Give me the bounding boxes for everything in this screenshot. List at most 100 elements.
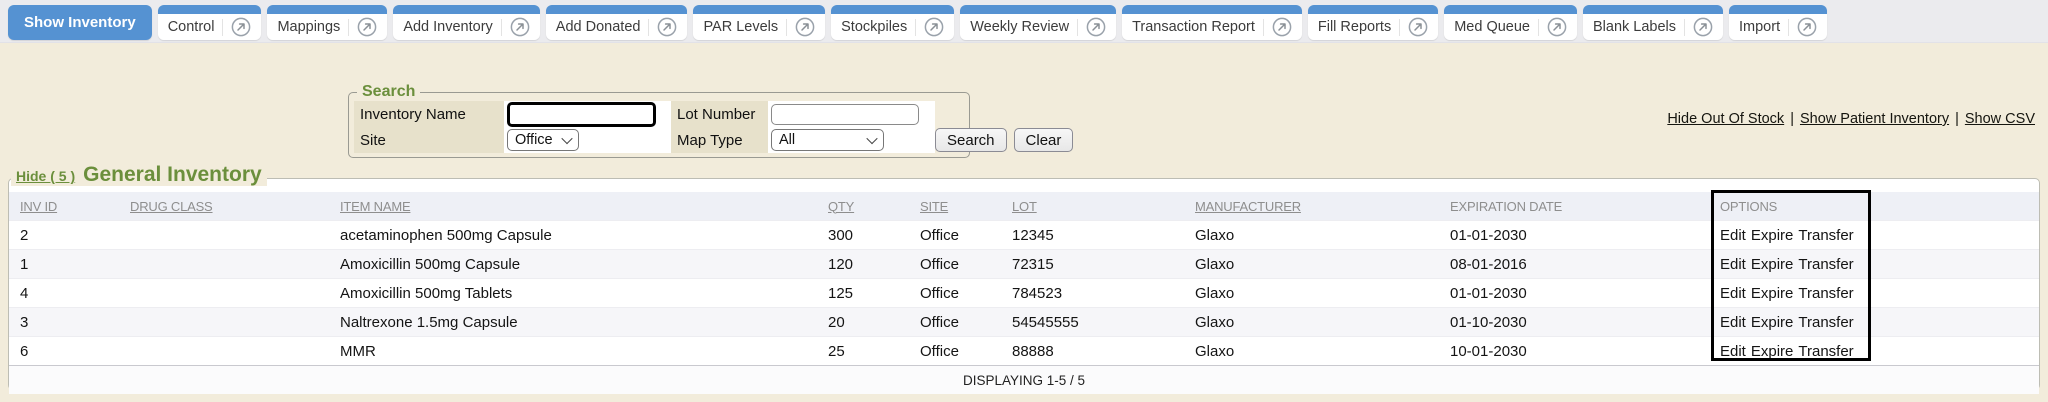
tab-accent-bar <box>831 5 954 14</box>
tab-label: Transaction Report <box>1132 19 1255 35</box>
transfer-action-link[interactable]: Transfer <box>1798 256 1853 273</box>
search-legend: Search <box>357 82 420 102</box>
popout-arrow-icon[interactable] <box>1408 17 1428 37</box>
column-header-manufacturer[interactable]: MANUFACTURER <box>1184 192 1439 221</box>
column-header-item-name[interactable]: ITEM NAME <box>329 192 817 221</box>
hide-out-of-stock-link[interactable]: Hide Out Of Stock <box>1667 111 1784 127</box>
transfer-action-link[interactable]: Transfer <box>1798 343 1853 360</box>
tab-weekly-review[interactable]: Weekly Review <box>960 5 1116 40</box>
tab-separator <box>786 19 787 36</box>
general-inventory-title: General Inventory <box>83 165 262 185</box>
expire-action-link[interactable]: Expire <box>1751 227 1794 244</box>
tab-add-inventory[interactable]: Add Inventory <box>393 5 539 40</box>
tab-par-levels[interactable]: PAR Levels <box>693 5 825 40</box>
tab-med-queue[interactable]: Med Queue <box>1444 5 1577 40</box>
map-type-select[interactable]: All <box>771 129 884 151</box>
tab-transaction-report[interactable]: Transaction Report <box>1122 5 1302 40</box>
edit-action-link[interactable]: Edit <box>1720 285 1746 302</box>
transfer-action-link[interactable]: Transfer <box>1798 314 1853 331</box>
cell-drug-class <box>119 308 329 337</box>
popout-arrow-icon[interactable] <box>357 17 377 37</box>
tab-show-inventory[interactable]: Show Inventory <box>8 5 152 40</box>
tab-add-donated[interactable]: Add Donated <box>546 5 688 40</box>
clear-button[interactable]: Clear <box>1014 128 1074 152</box>
tab-control[interactable]: Control <box>158 5 262 40</box>
column-header-qty[interactable]: QTY <box>817 192 909 221</box>
show-patient-inventory-link[interactable]: Show Patient Inventory <box>1800 111 1949 127</box>
tab-blank-labels[interactable]: Blank Labels <box>1583 5 1723 40</box>
inventory-name-input[interactable] <box>507 102 656 127</box>
popout-arrow-icon[interactable] <box>795 17 815 37</box>
edit-action-link[interactable]: Edit <box>1720 314 1746 331</box>
popout-arrow-icon[interactable] <box>657 17 677 37</box>
edit-action-link[interactable]: Edit <box>1720 227 1746 244</box>
cell-site: Office <box>909 308 1001 337</box>
tab-fill-reports[interactable]: Fill Reports <box>1308 5 1438 40</box>
popout-arrow-icon[interactable] <box>1797 17 1817 37</box>
cell-lot: 88888 <box>1001 337 1184 366</box>
column-header-inv-id[interactable]: INV ID <box>9 192 119 221</box>
cell-manufacturer: Glaxo <box>1184 337 1439 366</box>
transfer-action-link[interactable]: Transfer <box>1798 227 1853 244</box>
column-header-lot[interactable]: LOT <box>1001 192 1184 221</box>
hide-count-link[interactable]: Hide ( 5 ) <box>16 166 75 186</box>
inventory-row: 1Amoxicillin 500mg Capsule120Office72315… <box>9 250 2039 279</box>
chevron-down-icon <box>561 133 572 144</box>
transfer-action-link[interactable]: Transfer <box>1798 285 1853 302</box>
tab-label: Weekly Review <box>970 19 1069 35</box>
cell-inv-id: 6 <box>9 337 119 366</box>
tab-separator <box>915 19 916 36</box>
cell-options: Edit ExpireTransfer <box>1709 250 2039 279</box>
tab-separator <box>1538 19 1539 36</box>
expire-action-link[interactable]: Expire <box>1751 256 1794 273</box>
search-buttons: Search Clear <box>935 127 1077 153</box>
show-csv-link[interactable]: Show CSV <box>1965 111 2035 127</box>
tab-label: Fill Reports <box>1318 19 1391 35</box>
cell-site: Office <box>909 250 1001 279</box>
popout-arrow-icon[interactable] <box>1693 17 1713 37</box>
column-header-site[interactable]: SITE <box>909 192 1001 221</box>
cell-item-name: Amoxicillin 500mg Capsule <box>329 250 817 279</box>
popout-arrow-icon[interactable] <box>1547 17 1567 37</box>
inventory-row: 4Amoxicillin 500mg Tablets125Office78452… <box>9 279 2039 308</box>
search-panel: Search Inventory Name Lot Number Site Of… <box>348 92 970 158</box>
tab-import[interactable]: Import <box>1729 5 1827 40</box>
tab-accent-bar <box>158 5 262 14</box>
edit-action-link[interactable]: Edit <box>1720 343 1746 360</box>
popout-arrow-icon[interactable] <box>924 17 944 37</box>
inventory-row: 2acetaminophen 500mg Capsule300Office123… <box>9 221 2039 250</box>
tab-separator <box>1399 19 1400 36</box>
column-header-drug-class[interactable]: DRUG CLASS <box>119 192 329 221</box>
quick-links: Hide Out Of Stock|Show Patient Inventory… <box>1667 111 2035 127</box>
cell-drug-class <box>119 250 329 279</box>
tab-stockpiles[interactable]: Stockpiles <box>831 5 954 40</box>
edit-action-link[interactable]: Edit <box>1720 256 1746 273</box>
tab-accent-bar <box>960 5 1116 14</box>
search-button[interactable]: Search <box>935 128 1007 152</box>
tab-accent-bar <box>693 5 825 14</box>
tab-label: Blank Labels <box>1593 19 1676 35</box>
site-select[interactable]: Office <box>507 129 579 151</box>
cell-manufacturer: Glaxo <box>1184 221 1439 250</box>
popout-arrow-icon[interactable] <box>231 17 251 37</box>
popout-arrow-icon[interactable] <box>510 17 530 37</box>
popout-arrow-icon[interactable] <box>1086 17 1106 37</box>
cell-expiration-date: 01-01-2030 <box>1439 279 1709 308</box>
expire-action-link[interactable]: Expire <box>1751 285 1794 302</box>
column-header-expiration-date: EXPIRATION DATE <box>1439 192 1709 221</box>
cell-manufacturer: Glaxo <box>1184 308 1439 337</box>
tab-mappings[interactable]: Mappings <box>267 5 387 40</box>
general-inventory-panel: Hide ( 5 ) General Inventory INV IDDRUG … <box>8 178 2040 390</box>
cell-expiration-date: 10-01-2030 <box>1439 337 1709 366</box>
tab-accent-bar <box>1583 5 1723 14</box>
search-row1-spacer <box>935 101 1077 127</box>
popout-arrow-icon[interactable] <box>1272 17 1292 37</box>
lot-number-input[interactable] <box>771 104 919 125</box>
tab-label: Med Queue <box>1454 19 1530 35</box>
cell-item-name: MMR <box>329 337 817 366</box>
expire-action-link[interactable]: Expire <box>1751 314 1794 331</box>
cell-expiration-date: 01-10-2030 <box>1439 308 1709 337</box>
expire-action-link[interactable]: Expire <box>1751 343 1794 360</box>
tab-label: PAR Levels <box>703 19 778 35</box>
general-inventory-legend: Hide ( 5 ) General Inventory <box>11 165 267 186</box>
